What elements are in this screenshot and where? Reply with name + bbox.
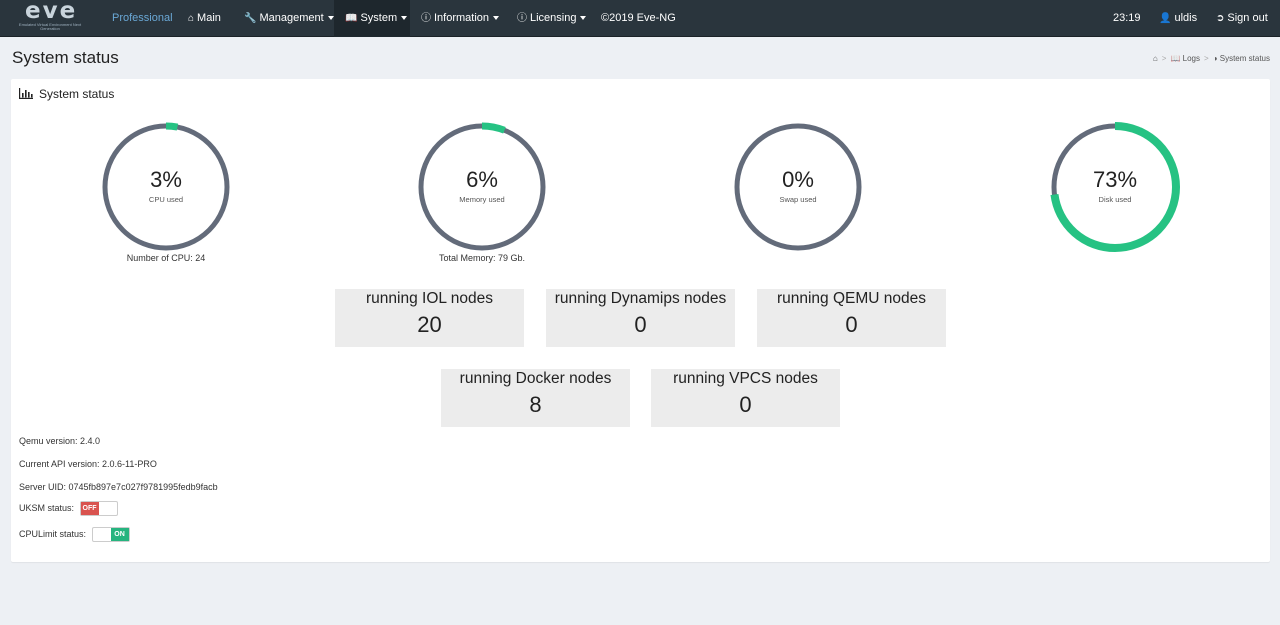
memory-label: Memory used [459, 195, 505, 204]
iol-nodes-title: running IOL nodes [366, 290, 493, 307]
top-navbar: eve Emulated Virtual Environment Next Ge… [0, 0, 1280, 37]
panel-title-label: System status [39, 87, 115, 101]
breadcrumb: ⌂ > 📖 Logs > ◑ System status [1152, 54, 1270, 63]
signout-icon: ➲ [1216, 13, 1225, 24]
signout-label: Sign out [1227, 12, 1268, 24]
server-uid: Server UID: 0745fb897e7c027f9781995fedb9… [19, 482, 218, 492]
docker-nodes-title: running Docker nodes [459, 370, 612, 387]
panel-title: System status [19, 87, 114, 101]
uksm-toggle[interactable]: OFF [79, 501, 118, 516]
vpcs-nodes-count: 0 [739, 392, 752, 417]
api-version: Current API version: 2.0.6-11-PRO [19, 459, 157, 469]
swap-percent: 0% [782, 167, 814, 192]
chevron-down-icon [493, 16, 500, 21]
disk-gauge: 73% Disk used [1045, 117, 1185, 277]
qemu-nodes-box: running QEMU nodes 0 [757, 289, 946, 347]
uksm-status: UKSM status: OFF [19, 501, 118, 516]
edition-label: Professional [112, 12, 173, 24]
chevron-down-icon [327, 16, 334, 21]
book-icon: 📖 [1170, 54, 1181, 63]
swap-gauge: 0% Swap used [728, 117, 868, 277]
user-name: uldis [1174, 12, 1198, 24]
info-icon: ⓘ [517, 13, 527, 24]
nav-information-label: Information [434, 12, 490, 24]
home-icon[interactable]: ⌂ [1153, 54, 1158, 63]
disk-percent: 73% [1092, 167, 1138, 192]
cpulimit-toggle[interactable]: ON [91, 527, 130, 542]
logo-text: eve [25, 0, 78, 24]
cpu-percent: 3% [150, 167, 182, 192]
half-circle-icon: ◑ [1212, 54, 1218, 63]
cpu-label: CPU used [148, 195, 184, 204]
disk-label: Disk used [1098, 195, 1132, 204]
vpcs-nodes-title: running VPCS nodes [673, 370, 818, 387]
nav-system[interactable]: 📖 System [334, 0, 410, 37]
book-icon: 📖 [345, 13, 358, 24]
qemu-nodes-title: running QEMU nodes [776, 290, 927, 307]
page-title: System status [12, 48, 119, 67]
memory-percent: 6% [466, 167, 498, 192]
bar-chart-icon [19, 88, 33, 99]
qemu-nodes-count: 0 [845, 312, 858, 337]
cpulimit-toggle-state: ON [110, 528, 129, 541]
uksm-label: UKSM status: [19, 502, 75, 513]
nav-management-label: Management [259, 12, 324, 24]
dynamips-nodes-box: running Dynamips nodes 0 [546, 289, 735, 347]
chevron-down-icon [580, 16, 587, 21]
breadcrumb-current: System status [1219, 54, 1270, 63]
nav-main-label: Main [197, 12, 221, 24]
dynamips-nodes-title: running Dynamips nodes [554, 290, 727, 307]
cpulimit-label: CPULimit status: [19, 528, 87, 539]
iol-nodes-count: 20 [417, 312, 442, 337]
swap-label: Swap used [779, 195, 817, 204]
nav-main[interactable]: ⌂ Main [177, 0, 232, 37]
user-icon: 👤 [1159, 13, 1172, 24]
clock: 23:19 [1113, 12, 1141, 24]
dynamips-nodes-count: 0 [634, 312, 647, 337]
memory-total: Total Memory: 79 Gb. [438, 253, 526, 263]
uksm-toggle-state: OFF [80, 502, 99, 515]
nav-system-label: System [360, 12, 398, 24]
breadcrumb-logs[interactable]: Logs [1183, 54, 1200, 63]
iol-nodes-box: running IOL nodes 20 [335, 289, 524, 347]
home-icon: ⌂ [188, 13, 195, 24]
system-status-panel: System status 3% CPU used Number of CPU:… [11, 79, 1270, 562]
nav-management[interactable]: 🔧 Management [233, 0, 345, 37]
memory-gauge: 6% Memory used Total Memory: 79 Gb. [412, 117, 552, 277]
docker-nodes-box: running Docker nodes 8 [441, 369, 630, 427]
cpulimit-status: CPULimit status: ON [19, 527, 130, 542]
chevron-down-icon [401, 16, 408, 21]
info-icon: ⓘ [421, 13, 431, 24]
nav-information[interactable]: ⓘ Information [410, 0, 510, 37]
qemu-version: Qemu version: 2.4.0 [19, 436, 101, 446]
nav-licensing-label: Licensing [530, 12, 577, 24]
signout-link[interactable]: ➲ Sign out [1216, 0, 1268, 37]
vpcs-nodes-box: running VPCS nodes 0 [651, 369, 840, 427]
eve-logo[interactable]: eve Emulated Virtual Environment Next Ge… [17, 0, 83, 31]
copyright: ©2019 Eve-NG [601, 12, 676, 24]
cpu-count: Number of CPU: 24 [126, 253, 206, 263]
wrench-icon: 🔧 [244, 13, 257, 24]
user-menu[interactable]: 👤 uldis [1159, 0, 1197, 37]
cpu-gauge: 3% CPU used Number of CPU: 24 [96, 117, 236, 277]
logo-subtitle: Emulated Virtual Environment Next Genera… [18, 22, 82, 31]
docker-nodes-count: 8 [529, 392, 542, 417]
nav-licensing[interactable]: ⓘ Licensing [506, 0, 597, 37]
